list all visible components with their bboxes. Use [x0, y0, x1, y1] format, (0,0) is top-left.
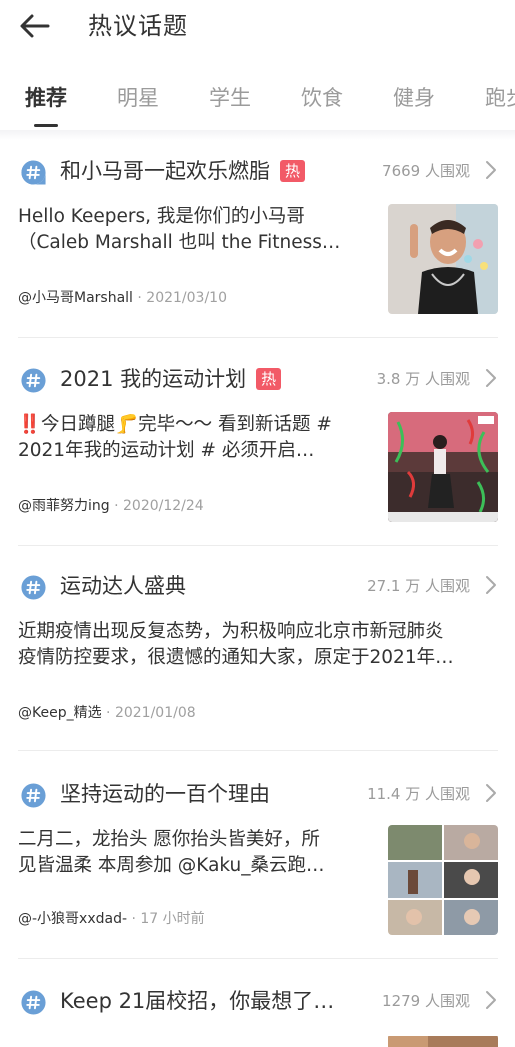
tab-running[interactable]: 跑步	[485, 84, 515, 112]
tab-fitness[interactable]: 健身	[393, 84, 435, 112]
topic-description: Hello Keepers, 我是你们的小马哥 （Caleb Marshall …	[18, 206, 341, 253]
back-button[interactable]	[18, 8, 58, 44]
chevron-right-icon	[486, 161, 496, 179]
post-date: · 17 小时前	[127, 911, 205, 927]
chevron-right-icon	[486, 784, 496, 802]
post-date: · 2020/12/24	[109, 498, 204, 514]
divider	[18, 958, 498, 959]
topic-title: 运动达人盛典	[60, 574, 186, 598]
topic-header: 2021 我的运动计划热 3.8 万 人围观	[18, 362, 498, 398]
author-name[interactable]: @Keep_精选	[18, 705, 102, 721]
post-meta: @雨菲努力ing · 2020/12/24	[18, 496, 204, 516]
author-name[interactable]: @-小狼哥xxdad-	[18, 911, 127, 927]
view-count: 1279 人围观	[382, 992, 470, 1010]
divider	[18, 750, 498, 751]
topic-thumbnail[interactable]	[388, 204, 498, 314]
hashtag-icon	[21, 160, 46, 185]
hot-badge: 热	[256, 368, 282, 390]
tab-celebrity[interactable]: 明星	[117, 84, 159, 112]
post-meta: @Keep_精选 · 2021/01/08	[18, 703, 196, 723]
topic-description: ‼️今日蹲腿🦵完毕～～ 看到新话题 # 2021年我的运动计划 # 必须开启…	[18, 414, 332, 461]
topic-title: 和小马哥一起欢乐燃脂热	[60, 156, 306, 186]
topic-title: Keep 21届校招，你最想了…	[60, 989, 335, 1013]
divider	[18, 545, 498, 546]
hashtag-icon	[21, 783, 46, 808]
topic-title: 2021 我的运动计划热	[60, 364, 282, 394]
topic-header: 坚持运动的一百个理由 11.4 万 人围观	[18, 777, 498, 813]
topic-thumbnail[interactable]	[388, 1034, 498, 1047]
view-count: 27.1 万 人围观	[367, 577, 470, 595]
tab-diet[interactable]: 饮食	[301, 84, 343, 112]
chevron-right-icon	[486, 369, 496, 387]
tabs-divider	[0, 130, 515, 140]
topic-thumbnail[interactable]	[388, 825, 498, 935]
view-count: 3.8 万 人围观	[376, 370, 470, 388]
view-count: 11.4 万 人围观	[367, 785, 470, 803]
tab-student[interactable]: 学生	[209, 84, 251, 112]
chevron-right-icon	[486, 576, 496, 594]
topic-card[interactable]: 2021 我的运动计划热 3.8 万 人围观 ‼️今日蹲腿🦵完毕～～ 看到新话题…	[0, 362, 515, 547]
topic-card[interactable]: 和小马哥一起欢乐燃脂热 7669 人围观 Hello Keepers, 我是你们…	[0, 154, 515, 339]
hashtag-icon	[21, 990, 46, 1015]
view-count: 7669 人围观	[382, 162, 470, 180]
author-name[interactable]: @雨菲努力ing	[18, 498, 110, 514]
active-tab-indicator	[34, 124, 58, 127]
topic-header: Keep 21届校招，你最想了… 1279 人围观	[18, 984, 498, 1020]
topic-description: 近期疫情出现反复态势，为积极响应北京市新冠肺炎 疫情防控要求，很遗憾的通知大家，…	[18, 621, 454, 668]
page-title: 热议话题	[88, 12, 188, 40]
topic-card[interactable]: 坚持运动的一百个理由 11.4 万 人围观 二月二，龙抬头 愿你抬头皆美好，所 …	[0, 777, 515, 962]
topic-title: 坚持运动的一百个理由	[60, 782, 270, 806]
post-date: · 2021/03/10	[132, 290, 227, 306]
hot-badge: 热	[280, 160, 306, 182]
post-meta: @-小狼哥xxdad- · 17 小时前	[18, 909, 205, 929]
category-tabs: 推荐 明星 学生 饮食 健身 跑步	[0, 78, 515, 130]
tab-recommended[interactable]: 推荐	[25, 84, 67, 112]
topic-header: 运动达人盛典 27.1 万 人围观	[18, 569, 498, 605]
hashtag-icon	[21, 368, 46, 393]
post-meta: @小马哥Marshall · 2021/03/10	[18, 288, 227, 308]
topic-card[interactable]: 运动达人盛典 27.1 万 人围观 近期疫情出现反复态势，为积极响应北京市新冠肺…	[0, 569, 515, 754]
arrow-left-icon	[20, 14, 50, 38]
divider	[18, 337, 498, 338]
topic-card[interactable]: Keep 21届校招，你最想了… 1279 人围观	[0, 984, 515, 1047]
topic-header: 和小马哥一起欢乐燃脂热 7669 人围观	[18, 154, 498, 190]
topic-description: 二月二，龙抬头 愿你抬头皆美好，所 见皆温柔 本周参加 @Kaku_桑云跑…	[18, 829, 325, 876]
chevron-right-icon	[486, 991, 496, 1009]
header: 热议话题	[0, 0, 515, 56]
post-date: · 2021/01/08	[101, 705, 196, 721]
hashtag-icon	[21, 575, 46, 600]
author-name[interactable]: @小马哥Marshall	[18, 290, 133, 306]
topic-thumbnail[interactable]	[388, 412, 498, 522]
